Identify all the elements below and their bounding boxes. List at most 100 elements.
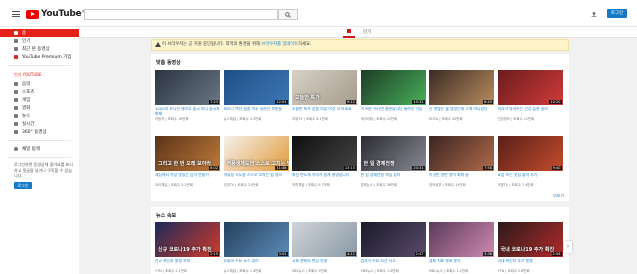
video-title[interactable]: 코로나 백신 접종 이후 달라진 부분들 xyxy=(224,107,289,117)
sidebar-item[interactable]: 영화 xyxy=(0,104,79,112)
video-title[interactable]: 난 괜찮은 줄 알았는데 그게 아니었다 xyxy=(429,107,494,117)
sidebar-item-label: 인기 xyxy=(22,39,31,44)
sidebar-item-label: 게임 xyxy=(22,98,31,103)
video-thumbnail[interactable]: 신규 코로나19 추가 확진 2:15 xyxy=(155,222,220,257)
video-duration: 12:04 xyxy=(275,100,288,104)
sidebar-item-label: YouTube Premium 가입 xyxy=(22,55,72,60)
video-card[interactable]: 그리고 한 번 오래 보아라 8:02 세상에서 가장 맛있는 음식 만들기 요리채널… xyxy=(155,136,220,191)
video-card[interactable]: 15:32 이 버튼 하나면 충분합니다 놀라운 기능 테크리뷰 | 조회수 22만… xyxy=(360,70,426,125)
video-title[interactable]: 경제 지표 발표 분석 xyxy=(429,259,494,269)
sidebar-item[interactable]: 뉴스 xyxy=(0,112,79,120)
video-thumbnail[interactable]: 3:36 xyxy=(429,222,494,257)
video-meta: 리뷰TV | 조회수 8.1만회 xyxy=(292,116,328,121)
sidebar-item-label: 홈 xyxy=(22,31,27,36)
video-card[interactable]: 신규 코로나19 추가 확진 2:15 신규 확진자 발생 속보 YTN | 조회수 … xyxy=(155,222,220,274)
video-thumbnail[interactable]: 오늘만 특가 9:11 xyxy=(292,70,357,105)
video-title[interactable]: 신규 확진자 발생 속보 xyxy=(155,259,220,269)
youtube-logo[interactable]: YouTube KR xyxy=(26,9,88,19)
video-title[interactable]: 밤사이 주요 사건 사고 xyxy=(361,259,426,269)
show-more-link[interactable]: 더보기 xyxy=(553,193,564,199)
warning-text: 이 브라우저는 곧 지원 중단됩니다. 최적의 환경을 위해 xyxy=(162,42,262,47)
search-input[interactable] xyxy=(84,9,278,20)
video-duration: 15:32 xyxy=(412,100,425,104)
update-browser-link[interactable]: 브라우저를 업데이트 xyxy=(261,42,298,47)
thumbnail-caption: 한 일 경제전쟁 xyxy=(363,161,395,167)
sidebar-item[interactable]: 최근 본 동영상 xyxy=(0,45,79,53)
video-title[interactable]: 의사가 알려주는 건강 습관 정리 xyxy=(498,107,563,117)
video-thumbnail[interactable]: 10:20 xyxy=(497,70,563,105)
video-card[interactable]: 오늘만 특가 9:11 오늘만 특가 상품 리뷰 이것 꼭 보세요 리뷰TV | 조회… xyxy=(292,70,357,125)
sidebar-item[interactable]: 실시간 xyxy=(0,120,79,128)
video-duration: 9:11 xyxy=(346,100,356,104)
video-title[interactable]: 오늘의 주요 뉴스 정리 xyxy=(224,259,289,269)
login-button[interactable]: 로그인 xyxy=(607,9,627,18)
video-thumbnail[interactable]: 13:15 xyxy=(292,136,357,171)
video-card[interactable]: 국내 코로나19 추가 확진 2:58 국내 확진자 추가 발생 YTN | 조회수 … xyxy=(497,222,563,274)
video-thumbnail[interactable]: 7:23 xyxy=(155,70,220,105)
video-card[interactable]: 3:36 경제 지표 발표 분석 MBC뉴스 | 조회수 1.1만회 xyxy=(429,222,494,274)
masthead: YouTube KR 로그인 xyxy=(0,0,637,27)
video-title[interactable]: 이것만 알면 영어 회화 끝 xyxy=(429,173,494,183)
shelf-next-arrow-icon[interactable]: › xyxy=(564,241,572,253)
video-thumbnail[interactable]: 15:32 xyxy=(360,70,426,105)
video-thumbnail[interactable]: 역풍생체도염 스스로 고치는 법 11:48 xyxy=(223,136,289,171)
video-thumbnail[interactable]: 6:45 xyxy=(429,70,494,105)
video-thumbnail[interactable]: 4:11 xyxy=(292,222,357,257)
video-title[interactable]: 1000억 유니콘 데리고 중국 아니 중국차 화제 xyxy=(155,107,220,117)
sidebar-item-browse-channels[interactable]: 채널 탐색 xyxy=(0,145,79,153)
video-title[interactable]: 요즘 뜨는 맛집 솔직 후기 xyxy=(498,173,563,183)
video-meta: 뉴스채널 | 조회수 1.4만회 xyxy=(223,268,262,273)
video-meta: MBC뉴스 | 조회수 1.1만회 xyxy=(429,268,469,273)
sidebar-item[interactable]: 360° 동영상 xyxy=(0,128,79,136)
video-thumbnail[interactable]: 3:02 xyxy=(223,222,289,257)
video-title[interactable]: 역류성 식도염 스스로 고치는 법 정리 xyxy=(224,173,289,183)
video-thumbnail[interactable]: 12:04 xyxy=(223,70,289,105)
search-button[interactable] xyxy=(278,9,298,20)
video-title[interactable]: 오늘만 특가 상품 리뷰 이것 꼭 보세요 xyxy=(292,107,357,117)
video-thumbnail[interactable]: 9:40 xyxy=(497,136,563,171)
video-card[interactable]: 2:47 밤사이 주요 사건 사고 KBS뉴스 | 조회수 1.8만회 xyxy=(360,222,426,274)
tab-trending[interactable]: 인기 xyxy=(363,28,371,37)
video-title[interactable]: 국내 확진자 추가 발생 xyxy=(498,259,563,269)
video-thumbnail[interactable]: 7:58 xyxy=(429,136,494,171)
sidebar-item[interactable]: 음악 xyxy=(0,80,79,88)
video-duration: 2:58 xyxy=(551,252,562,256)
video-card[interactable]: 13:15 최신 반도체 이야기 쉽게 설명합니다 과학채널 | 조회수 9.7만회 xyxy=(292,136,357,191)
video-title[interactable]: 이 버튼 하나면 충분합니다 놀라운 기능 xyxy=(361,107,426,117)
video-card[interactable]: 3:02 오늘의 주요 뉴스 정리 뉴스채널 | 조회수 1.4만회 xyxy=(223,222,289,274)
sidebar-login-button[interactable]: 로그인 xyxy=(14,181,32,189)
video-grid-row: 그리고 한 번 오래 보아라 8:02 세상에서 가장 맛있는 음식 만들기 요리채널… xyxy=(155,136,565,191)
sidebar-item[interactable]: YouTube Premium 가입 xyxy=(0,53,79,61)
video-thumbnail[interactable]: 2:47 xyxy=(360,222,426,257)
home-icon xyxy=(347,29,351,33)
sidebar-item[interactable]: 홈 xyxy=(0,29,79,37)
video-thumbnail[interactable]: 그리고 한 번 오래 보아라 8:02 xyxy=(155,136,220,171)
video-title[interactable]: 최신 반도체 이야기 쉽게 설명합니다 xyxy=(292,173,357,183)
video-title[interactable]: 세상에서 가장 맛있는 음식 만들기 xyxy=(155,173,220,183)
sidebar-item[interactable]: 게임 xyxy=(0,96,79,104)
video-card[interactable]: 역풍생체도염 스스로 고치는 법 11:48 역류성 식도염 스스로 고치는 법 정… xyxy=(223,136,289,191)
video-title[interactable]: 국회 본회의 현장 연결 xyxy=(292,259,357,269)
video-thumbnail[interactable]: 국내 코로나19 추가 확진 2:58 xyxy=(497,222,563,257)
video-card[interactable]: 10:20 의사가 알려주는 건강 습관 정리 건강정보 | 조회수 12만회 xyxy=(497,70,563,125)
video-card[interactable]: 9:40 요즘 뜨는 맛집 솔직 후기 먹방TV | 조회수 7.4만회 xyxy=(497,136,563,191)
video-thumbnail[interactable]: 한 일 경제전쟁 20:31 xyxy=(360,136,426,171)
video-card[interactable]: 4:11 국회 본회의 현장 연결 SBS뉴스 | 조회수 9천회 xyxy=(292,222,357,274)
recommended-shelf: 맞춤 동영상 7:23 1000억 유니콘 데리고 중국 아니 중국차 화제 자동차… xyxy=(151,54,569,201)
video-card[interactable]: 7:58 이것만 알면 영어 회화 끝 영어공부 | 조회수 14만회 xyxy=(429,136,494,191)
sidebar-item[interactable]: 인기 xyxy=(0,37,79,45)
video-card[interactable]: 한 일 경제전쟁 20:31 한 일 경제전쟁 핵심 정리 경제뉴스 | 조회수 56… xyxy=(360,136,426,191)
news-shelf: 뉴스 속보 신규 코로나19 추가 확진 2:15 신규 확진자 발생 속보 YTN … xyxy=(151,207,572,274)
youtube-play-icon xyxy=(26,9,39,19)
video-card[interactable]: 12:04 코로나 백신 접종 이후 달라진 부분들 뉴스채널 | 조회수 3.3만… xyxy=(223,70,289,125)
sidebar-item-label: 뉴스 xyxy=(22,114,31,119)
youtube-icon xyxy=(14,55,18,59)
video-card[interactable]: 6:45 난 괜찮은 줄 알았는데 그게 아니었다 토크쇼 | 조회수 40만회 xyxy=(429,70,494,125)
video-title[interactable]: 한 일 경제전쟁 핵심 정리 xyxy=(361,173,426,183)
video-card[interactable]: 7:23 1000억 유니콘 데리고 중국 아니 중국차 화제 자동차 | 조회수 … xyxy=(155,70,220,125)
menu-icon[interactable] xyxy=(12,11,20,17)
sidebar-item[interactable]: 스포츠 xyxy=(0,88,79,96)
video-meta: 요리채널 | 조회수 5.2만회 xyxy=(155,182,193,187)
upload-icon[interactable] xyxy=(591,11,597,17)
sidebar-item-label: 스포츠 xyxy=(22,90,35,95)
